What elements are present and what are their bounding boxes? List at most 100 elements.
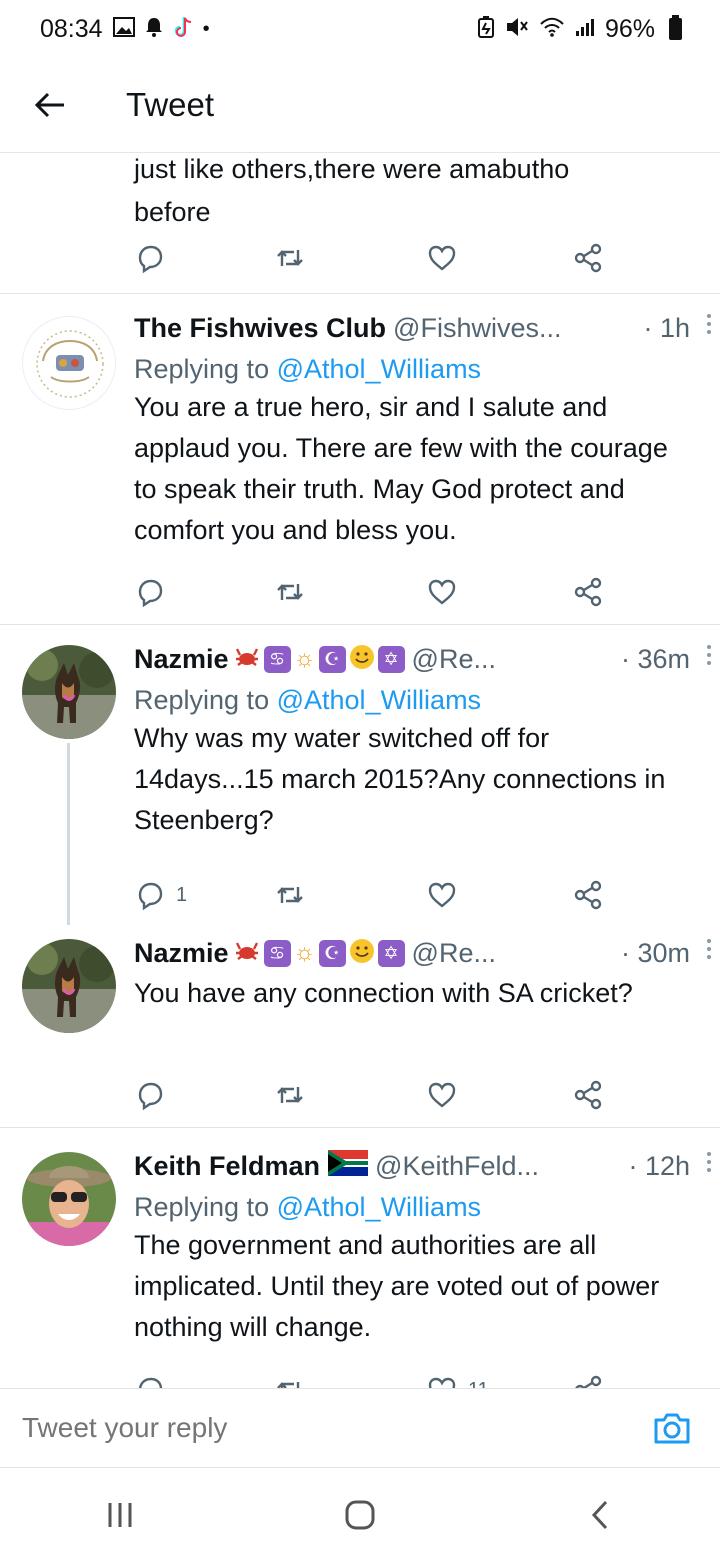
author-name[interactable]: Nazmie <box>134 938 229 969</box>
system-back-button[interactable] <box>560 1475 640 1555</box>
reply-count: 1 <box>176 883 188 906</box>
tweet-text: Why was my water switched off for 14days… <box>134 723 666 835</box>
tiktok-icon <box>173 15 193 43</box>
tweet-header: The Fishwives Club @Fishwives... · 1h <box>134 310 711 346</box>
retweet-button[interactable] <box>274 1079 306 1111</box>
retweet-icon <box>277 250 303 266</box>
heart-icon <box>428 245 456 271</box>
star-of-david-icon: ✡ <box>377 645 405 673</box>
home-icon <box>345 1500 375 1530</box>
tweet-actions <box>134 1075 614 1115</box>
author-name[interactable]: Nazmie <box>134 644 229 675</box>
heart-icon <box>428 882 456 908</box>
reply-bar <box>0 1388 720 1468</box>
avatar[interactable] <box>22 316 116 410</box>
share-button[interactable] <box>572 879 604 911</box>
reply-input[interactable] <box>22 1412 642 1444</box>
tweet-header: Nazmie ♋ ☼ ☪ ✡ @Re... · 30m <box>134 935 711 971</box>
author-name[interactable]: The Fishwives Club <box>134 313 386 344</box>
tweet-actions: 11 <box>134 1370 614 1388</box>
reply-button[interactable] <box>134 1079 166 1111</box>
retweet-button[interactable] <box>274 1374 306 1388</box>
reply-button[interactable] <box>134 242 166 274</box>
share-icon <box>575 1375 602 1388</box>
tweet-text-line: just like others,there were amabutho <box>134 154 570 184</box>
share-button[interactable] <box>572 242 604 274</box>
tweet-item[interactable]: Nazmie ♋ ☼ ☪ ✡ @Re... · 30m You have any… <box>0 925 720 1128</box>
author-name[interactable]: Keith Feldman <box>134 1151 320 1182</box>
camera-button[interactable] <box>642 1398 702 1458</box>
retweet-icon <box>277 584 303 600</box>
tweet-item[interactable]: The Fishwives Club @Fishwives... · 1h Re… <box>0 294 720 625</box>
author-handle[interactable]: @Re... <box>412 938 496 969</box>
back-button[interactable] <box>0 58 100 153</box>
dog-photo-icon <box>22 939 116 1033</box>
retweet-button[interactable] <box>274 879 306 911</box>
replying-to: Replying to @Athol_Williams <box>134 685 690 716</box>
cancer-sign-icon: ♋ <box>263 939 291 967</box>
reply-icon <box>138 1082 163 1111</box>
replying-to: Replying to @Athol_Williams <box>134 354 690 385</box>
avatar[interactable] <box>22 1152 116 1246</box>
like-button[interactable] <box>426 1079 458 1111</box>
reply-icon <box>138 1377 163 1388</box>
like-button[interactable] <box>426 576 458 608</box>
heart-icon <box>428 1377 456 1388</box>
crab-icon <box>233 939 261 967</box>
bell-icon <box>145 17 163 41</box>
camera-icon <box>654 1413 690 1444</box>
mention-link[interactable]: @Athol_Williams <box>277 354 481 384</box>
heart-icon <box>428 1082 456 1108</box>
mention-link[interactable]: @Athol_Williams <box>277 685 481 715</box>
reply-icon <box>138 245 163 274</box>
more-options-icon[interactable] <box>704 939 714 959</box>
tweet-actions <box>134 572 614 612</box>
star-of-david-icon: ✡ <box>377 939 405 967</box>
mention-link[interactable]: @Athol_Williams <box>277 1192 481 1222</box>
thread-line <box>67 743 70 925</box>
tweet-time: · 12h <box>628 1150 690 1181</box>
reply-button[interactable] <box>134 576 166 608</box>
tweet-header: Nazmie ♋ ☼ ☪ ✡ @Re... · 36m <box>134 641 711 677</box>
author-handle[interactable]: @Fishwives... <box>393 313 561 344</box>
tweet-item[interactable]: Keith Feldman @KeithFeld... · 12h Replyi… <box>0 1128 720 1388</box>
star-crescent-icon: ☪ <box>318 939 346 967</box>
tweet-item[interactable]: just like others,there were amabutho bef… <box>0 153 720 294</box>
home-button[interactable] <box>320 1475 400 1555</box>
avatar[interactable] <box>22 939 116 1033</box>
retweet-button[interactable] <box>274 242 306 274</box>
recent-apps-button[interactable] <box>80 1475 160 1555</box>
replying-to: Replying to @Athol_Williams <box>134 1192 690 1223</box>
share-icon <box>574 577 602 607</box>
wifi-icon <box>539 16 565 42</box>
tweet-feed[interactable]: just like others,there were amabutho bef… <box>0 153 720 1388</box>
replying-prefix: Replying to <box>134 354 270 384</box>
more-options-icon[interactable] <box>704 645 714 665</box>
like-button[interactable] <box>426 879 458 911</box>
tweet-item[interactable]: Nazmie ♋ ☼ ☪ ✡ @Re... · 36m Replying to … <box>0 625 720 925</box>
author-handle[interactable]: @Re... <box>412 644 496 675</box>
tweet-actions <box>134 238 614 278</box>
more-options-icon[interactable] <box>704 314 714 334</box>
like-button[interactable]: 11 <box>426 1374 489 1388</box>
like-button[interactable] <box>426 242 458 274</box>
status-right: 96% <box>477 15 682 44</box>
tweet-text-line: before <box>134 197 211 227</box>
share-button[interactable] <box>572 576 604 608</box>
like-count: 11 <box>468 1379 489 1389</box>
reply-button[interactable] <box>134 1374 166 1388</box>
replying-prefix: Replying to <box>134 1192 270 1222</box>
share-button[interactable] <box>572 1374 604 1388</box>
share-button[interactable] <box>572 1079 604 1111</box>
retweet-button[interactable] <box>274 576 306 608</box>
author-handle[interactable]: @KeithFeld... <box>375 1151 539 1182</box>
retweet-icon <box>277 1087 303 1103</box>
more-options-icon[interactable] <box>704 1152 714 1172</box>
tweet-time: · 30m <box>620 937 690 968</box>
share-icon <box>574 880 602 910</box>
avatar[interactable] <box>22 645 116 739</box>
tweet-actions: 1 <box>134 875 614 915</box>
reply-icon <box>138 579 163 608</box>
battery-saver-icon <box>477 16 495 42</box>
reply-button[interactable]: 1 <box>134 879 187 911</box>
